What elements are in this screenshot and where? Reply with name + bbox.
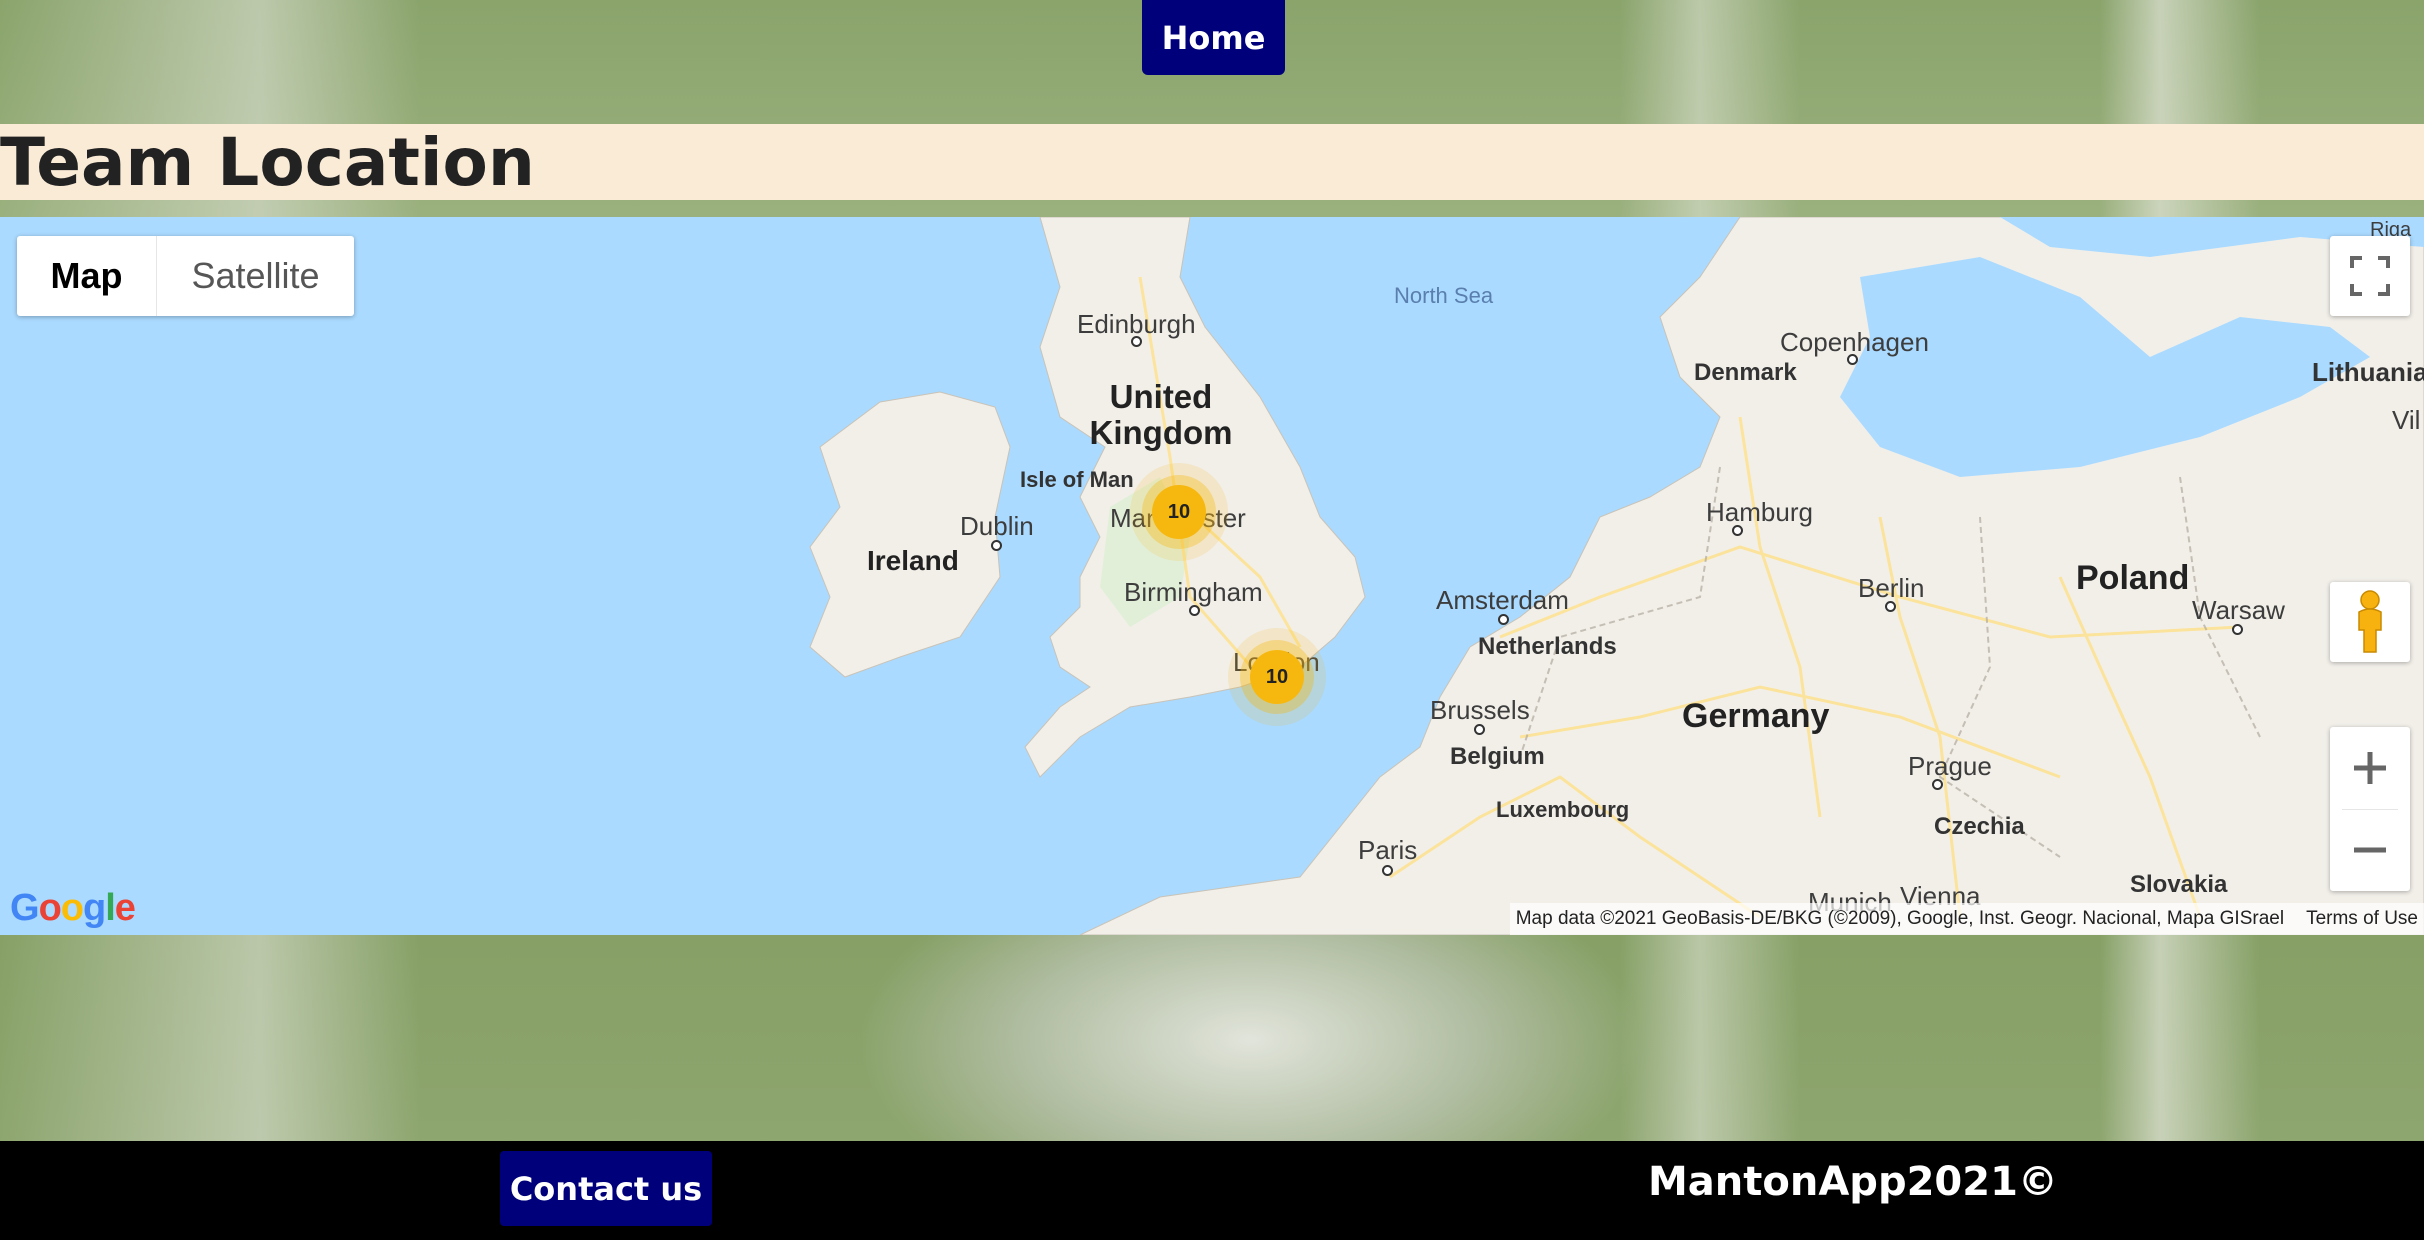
map-label-denmark: Denmark [1694, 359, 1797, 386]
map-label-brussels: Brussels [1430, 695, 1530, 725]
map-label-germany: Germany [1682, 697, 1830, 735]
copyright-text: MantonApp2021© [1648, 1159, 2058, 1205]
zoom-in-icon [2354, 752, 2386, 784]
map-label-prague: Prague [1908, 751, 1992, 781]
map-label-birmingham: Birmingham [1124, 577, 1263, 607]
city-marker [1498, 614, 1509, 625]
map-label-hamburg: Hamburg [1706, 497, 1813, 527]
map-label-copenhagen: Copenhagen [1780, 327, 1929, 357]
map-label-poland: Poland [2076, 559, 2190, 597]
map-label-vilnius: Vil [2392, 405, 2421, 435]
fullscreen-icon [2350, 256, 2390, 296]
map-label-north-sea: North Sea [1394, 283, 1494, 308]
map-land [809, 217, 2424, 935]
title-bar: Team Location [0, 123, 2424, 201]
zoom-out-icon [2354, 847, 2386, 853]
city-marker [1885, 601, 1896, 612]
map-label-berlin: Berlin [1858, 573, 1925, 603]
map-label-united-kingdom: United Kingdom [1089, 378, 1233, 451]
city-marker [1189, 605, 1200, 616]
google-logo[interactable]: Google [10, 887, 136, 930]
city-marker [1932, 779, 1943, 790]
map-label-paris: Paris [1358, 835, 1418, 865]
city-marker [1847, 354, 1858, 365]
map-label-luxembourg: Luxembourg [1496, 797, 1630, 822]
fullscreen-button[interactable] [2330, 236, 2410, 316]
city-marker [1474, 724, 1485, 735]
terms-of-use-link[interactable]: Terms of Use [2306, 908, 2418, 930]
marker-cluster-london[interactable]: 10 [1250, 650, 1304, 704]
map-type-control: Map Satellite [17, 236, 354, 316]
map-label-netherlands: Netherlands [1478, 633, 1617, 660]
map-label-lithuania: Lithuania [2312, 357, 2424, 387]
map-label-ireland: Ireland [867, 545, 959, 576]
map-label-isle-of-man: Isle of Man [1020, 467, 1134, 492]
home-button[interactable]: Home [1142, 0, 1285, 75]
map-label-czechia: Czechia [1934, 813, 2025, 840]
zoom-control [2330, 727, 2410, 891]
contact-us-button[interactable]: Contact us [500, 1151, 712, 1226]
map-label-warsaw: Warsaw [2192, 595, 2285, 625]
city-marker [1382, 865, 1393, 876]
street-view-button[interactable] [2330, 582, 2410, 662]
zoom-in-button[interactable] [2330, 728, 2410, 809]
map-label-slovakia: Slovakia [2130, 871, 2228, 898]
map-type-satellite-button[interactable]: Satellite [157, 236, 354, 316]
map-label-amsterdam: Amsterdam [1436, 585, 1569, 615]
map-type-map-button[interactable]: Map [17, 236, 157, 316]
city-marker [1131, 336, 1142, 347]
map-attribution-text: Map data ©2021 GeoBasis-DE/BKG (©2009), … [1515, 908, 2285, 929]
city-marker [991, 540, 1002, 551]
map-attribution-bar: Map data ©2021 GeoBasis-DE/BKG (©2009), … [1509, 903, 2424, 935]
map-label-dublin: Dublin [960, 511, 1034, 541]
footer: Contact us MantonApp2021© [0, 1141, 2424, 1240]
marker-cluster-manchester[interactable]: 10 [1152, 485, 1206, 539]
map-label-belgium: Belgium [1450, 743, 1545, 770]
city-marker [2232, 624, 2243, 635]
page-title: Team Location [0, 123, 535, 201]
pegman-icon [2358, 590, 2382, 653]
map-container[interactable]: Map Satellite North Sea Edinburgh Copenh… [0, 217, 2424, 935]
city-marker [1732, 525, 1743, 536]
zoom-out-button[interactable] [2330, 810, 2410, 891]
